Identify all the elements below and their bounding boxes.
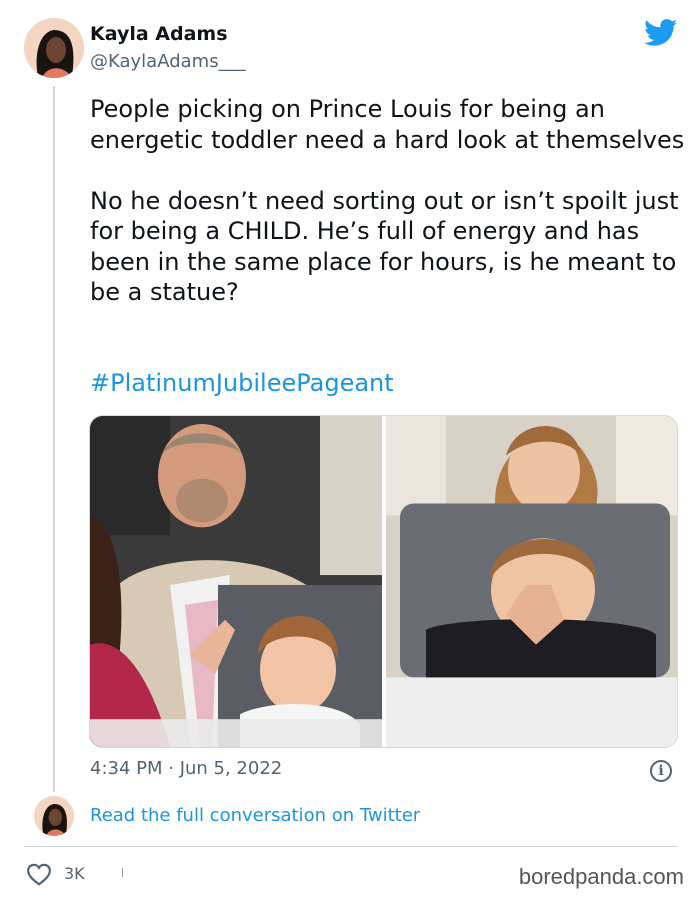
tweet-card: Kayla Adams @KaylaAdams___ People pickin… [0, 0, 700, 900]
thread-connector [53, 86, 55, 792]
footer-divider [24, 846, 678, 847]
info-icon[interactable]: i [650, 760, 672, 782]
share-divider [122, 868, 123, 877]
author-avatar[interactable] [24, 18, 84, 78]
tweet-photo-1[interactable] [90, 416, 382, 747]
author-name[interactable]: Kayla Adams [90, 23, 228, 45]
twitter-bird-icon[interactable] [644, 19, 678, 47]
like-count: 3K [64, 864, 85, 883]
tweet-text: People picking on Prince Louis for being… [90, 95, 685, 306]
heart-icon[interactable] [26, 862, 52, 886]
source-watermark: boredpanda.com [518, 864, 684, 889]
read-conversation-link[interactable]: Read the full conversation on Twitter [90, 805, 420, 826]
author-handle[interactable]: @KaylaAdams___ [90, 51, 246, 72]
conversation-avatar[interactable] [34, 796, 74, 836]
tweet-media[interactable] [89, 415, 678, 748]
tweet-timestamp[interactable]: 4:34 PM · Jun 5, 2022 [90, 758, 282, 779]
tweet-photo-2[interactable] [386, 416, 677, 747]
hashtag-link[interactable]: #PlatinumJubileePageant [90, 369, 394, 397]
